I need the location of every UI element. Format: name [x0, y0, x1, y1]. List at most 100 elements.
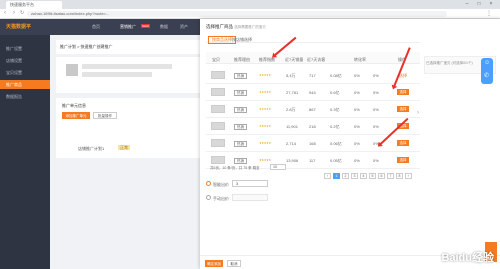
sidebar-item-3[interactable]: 推广商品 [0, 80, 50, 89]
sales-value: 5,4万 [286, 73, 296, 78]
page-4[interactable]: 4 [360, 173, 367, 179]
visitors-value: 717 [309, 73, 316, 78]
app-logo: 天猫数据平 [6, 24, 32, 30]
visitors-value: 218 [309, 124, 316, 129]
pagination-summary: 共6页，10 条/页，共 75 条 跳至 [210, 166, 260, 170]
reason-tag: 热销 [234, 107, 247, 113]
nav-badge: NEW [141, 24, 150, 28]
cancel-button[interactable]: 取消 [227, 260, 241, 267]
amount-value: 0.06亿 [330, 141, 342, 146]
minimize-icon[interactable]: – [462, 0, 472, 9]
next-arrow-icon[interactable]: › [417, 110, 419, 116]
batch-button[interactable]: 批量操作 [93, 112, 117, 119]
reason-tag: 热销 [234, 73, 247, 79]
rating-stars: ★★★★★ [259, 141, 271, 145]
page-5[interactable]: 5 [369, 173, 376, 179]
amount-value: 0.05亿 [330, 158, 342, 163]
browser-tab-bar [0, 0, 500, 9]
sales-value: 27,781 [286, 90, 299, 95]
visitors-value: 944 [309, 90, 316, 95]
sales-value: 13,906 [286, 158, 299, 163]
page-2[interactable]: 2 [342, 173, 349, 179]
nav-item-home[interactable]: 首页 [92, 19, 100, 35]
select-button[interactable]: 选择 [397, 140, 409, 146]
url-input[interactable]: zuhao.169lk.lisatao.com/index.php?route=… [27, 11, 447, 17]
visitors-value: 117 [309, 158, 316, 163]
product-thumb [66, 64, 78, 76]
menu-icon[interactable]: ⋮ [486, 10, 492, 17]
modal-title-text: 选择推广商品 [206, 24, 233, 29]
visitors-value: 867 [309, 107, 316, 112]
phone-icon[interactable]: ✆ [484, 72, 489, 79]
status-badge: 正常 [118, 145, 130, 150]
option2-radio[interactable] [206, 195, 211, 200]
page-6[interactable]: 6 [378, 173, 385, 179]
sales-value: 2,714 [286, 141, 297, 146]
select-button[interactable]: 选择 [397, 89, 409, 95]
rate-value: 0% [354, 73, 360, 78]
sidebar-item-1[interactable]: 店铺设置 [0, 56, 50, 65]
selected-note: 已选择推广宝贝 (可选择0/1个) [426, 61, 473, 65]
product-thumb [211, 122, 225, 130]
option2-input[interactable] [232, 194, 268, 201]
product-thumb [211, 105, 225, 113]
page-3[interactable]: 3 [351, 173, 358, 179]
maximize-icon[interactable]: □ [474, 0, 484, 9]
option1-label: 智能出价 [213, 182, 229, 187]
close-icon[interactable]: × [486, 0, 496, 9]
rating-stars: ★★★★★ [259, 107, 271, 111]
nav-item-assets[interactable]: 资产 [180, 19, 188, 35]
blurred-text [82, 72, 152, 77]
person-icon[interactable]: ☺ [484, 60, 490, 66]
sidebar-item-2[interactable]: 宝贝设置 [0, 68, 50, 77]
blurred-text [82, 64, 172, 69]
rate-value: 0% [373, 107, 379, 112]
page-7[interactable]: 7 [387, 173, 394, 179]
rating-stars: ★★★★★ [259, 90, 271, 94]
back-icon[interactable]: ‹ [4, 10, 6, 16]
page-8[interactable]: 8 [396, 173, 403, 179]
rate-value: 0% [354, 107, 360, 112]
product-thumb [211, 71, 225, 79]
reload-icon[interactable]: ↻ [20, 10, 24, 16]
per-page-input[interactable]: 10 [270, 164, 286, 170]
rate-value: 0% [354, 141, 360, 146]
option1-radio[interactable] [206, 181, 211, 186]
reason-tag: 热销 [234, 90, 247, 96]
reason-tag: 热销 [234, 158, 247, 164]
add-unit-button[interactable]: 添加推广单元 [62, 112, 90, 119]
browser-tab[interactable]: 快速服务平台 [6, 1, 62, 9]
watermark: Baidu经验 [441, 252, 494, 264]
page-next[interactable]: › [405, 173, 412, 179]
amount-value: 0.6亿 [330, 90, 340, 95]
modal-title: 选择推广商品 选择需要推广的宝贝 [206, 24, 266, 30]
col-reason: 推荐理由 [234, 57, 250, 62]
nav-item-data[interactable]: 数据 [160, 19, 168, 35]
row-label: 店铺推广计划1 [78, 146, 105, 151]
reason-tag: 热销 [234, 141, 247, 147]
rate-value: 0% [373, 90, 379, 95]
product-thumb [211, 88, 225, 96]
amount-value: 0.3亿 [330, 107, 340, 112]
page-prev[interactable]: ‹ [324, 173, 331, 179]
confirm-button[interactable]: 确定添加 [205, 260, 223, 267]
rating-stars: ★★★★★ [259, 73, 271, 77]
page-1[interactable]: 1 [333, 173, 340, 179]
product-thumb [211, 139, 225, 147]
select-button[interactable]: 选择 [397, 157, 409, 163]
sidebar-item-0[interactable]: 推广设置 [0, 44, 50, 53]
tab-title: 快速服务平台 [10, 2, 34, 7]
rate-value: 0% [373, 158, 379, 163]
select-button[interactable]: 选择 [397, 106, 409, 112]
tab-by-shop[interactable]: 按店铺选择 [232, 37, 252, 43]
visitors-value: 168 [309, 141, 316, 146]
rating-stars: ★★★★★ [259, 124, 271, 128]
rate-value: 0% [354, 90, 360, 95]
col-rate: 转化率 [354, 57, 366, 62]
forward-icon[interactable]: › [13, 10, 15, 16]
nav-item-marketing[interactable]: 营销推广 [120, 19, 136, 35]
rate-value: 0% [373, 73, 379, 78]
option1-input[interactable]: 3 [232, 180, 268, 187]
sidebar-item-4[interactable]: 数据报告 [0, 92, 50, 101]
col-sales: 近7天销量 [285, 57, 304, 62]
